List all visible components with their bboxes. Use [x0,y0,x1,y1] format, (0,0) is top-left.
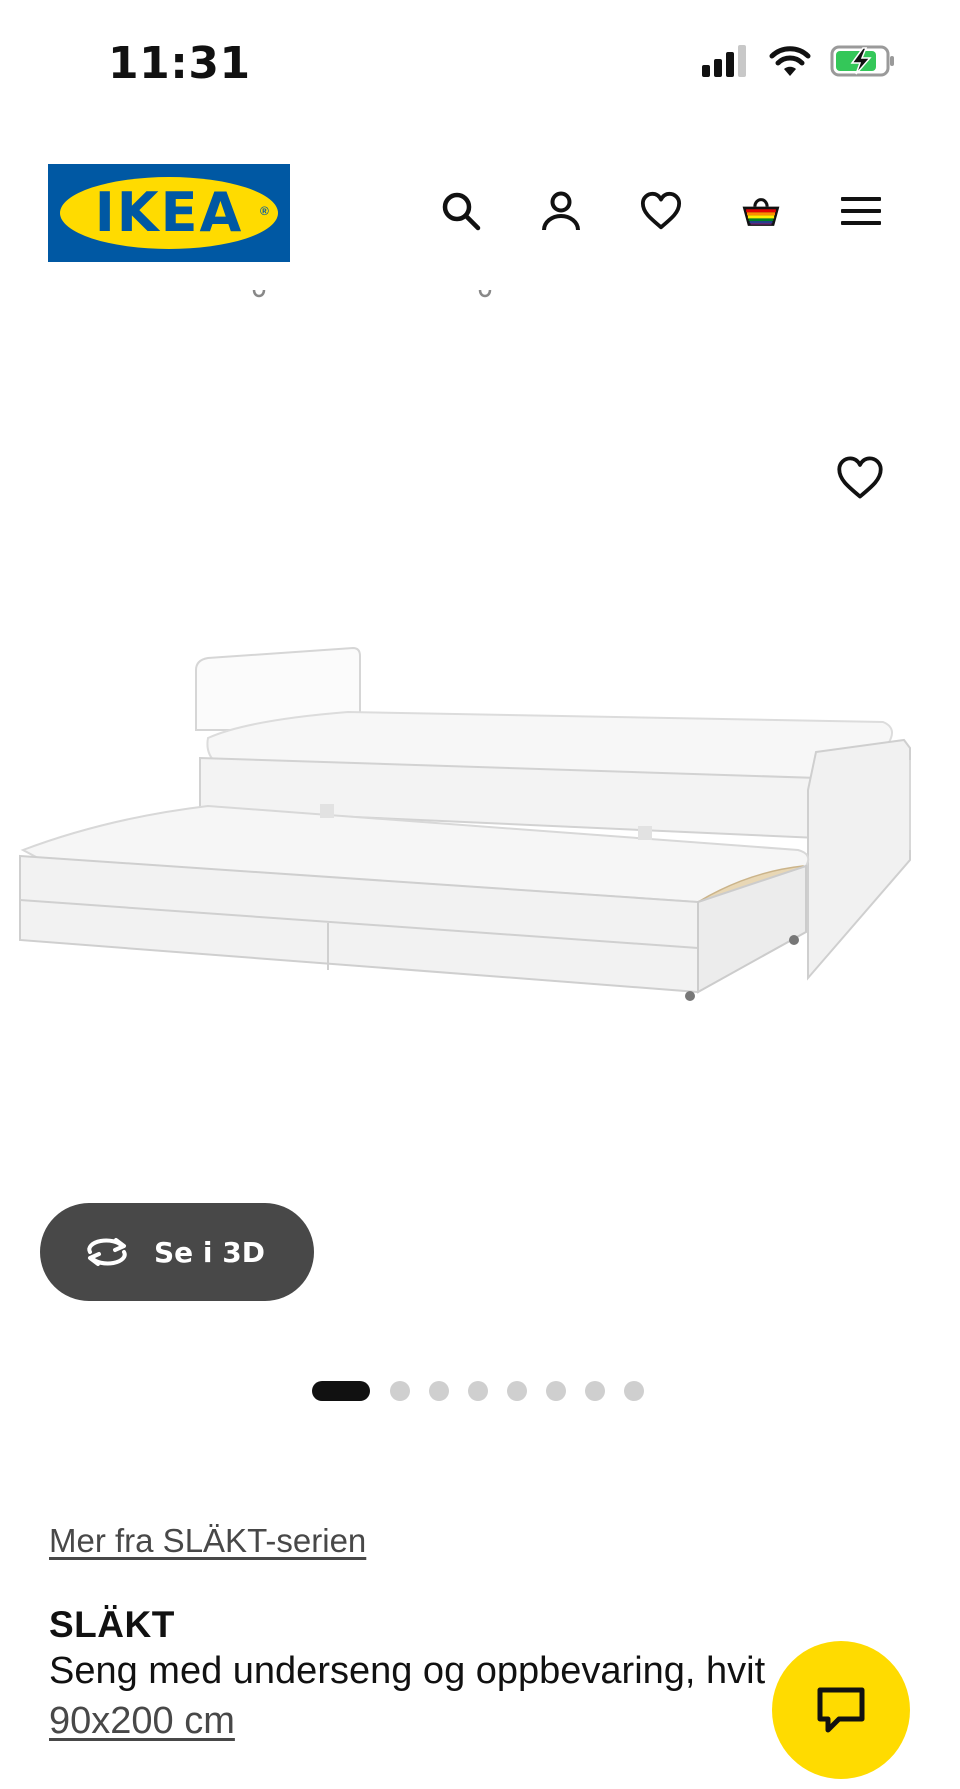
pagination-dot[interactable] [507,1381,527,1401]
site-header: IKEA ® [0,150,960,280]
basket-icon [742,198,780,226]
registered-mark: ® [260,204,269,218]
heart-icon [640,191,682,230]
signal-icon [702,45,746,77]
view-in-3d-label: Se i 3D [154,1235,265,1269]
pagination-dot-active[interactable] [312,1381,370,1401]
account-button[interactable] [540,190,582,232]
ikea-logo[interactable]: IKEA ® [48,164,290,262]
search-button[interactable] [440,190,482,232]
logo-text: IKEA [94,181,244,244]
search-icon [442,192,481,231]
product-name: SLÄKT [49,1604,175,1645]
product-image-bed [19,646,911,1001]
battery-charging-icon [830,45,894,77]
pagination-dot[interactable] [624,1381,644,1401]
gallery-pagination [312,1381,644,1401]
favourites-button[interactable] [640,190,682,232]
rotate-3d-icon [87,1238,127,1266]
menu-icon [841,197,881,225]
status-bar: 11:31 [0,0,960,130]
status-time: 11:31 [108,38,251,89]
heart-icon [837,456,883,499]
chat-button[interactable] [772,1641,910,1779]
status-icons [702,44,896,78]
pagination-dot[interactable] [468,1381,488,1401]
clipped-text-fragment [180,288,580,302]
pagination-dot[interactable] [585,1381,605,1401]
wifi-icon [769,46,811,76]
basket-button[interactable] [740,190,782,232]
pagination-dot[interactable] [390,1381,410,1401]
series-link[interactable]: Mer fra SLÄKT-serien [49,1522,366,1560]
menu-button[interactable] [840,190,882,232]
add-to-favourites-button[interactable] [836,456,884,504]
account-icon [542,191,580,231]
pagination-dot[interactable] [546,1381,566,1401]
product-size-link[interactable]: 90x200 cm [49,1700,235,1743]
pagination-dot[interactable] [429,1381,449,1401]
chat-icon [817,1687,865,1733]
view-in-3d-button[interactable]: Se i 3D [40,1203,314,1301]
header-actions [440,190,882,232]
product-description: Seng med underseng og oppbevaring, hvit [49,1650,766,1692]
